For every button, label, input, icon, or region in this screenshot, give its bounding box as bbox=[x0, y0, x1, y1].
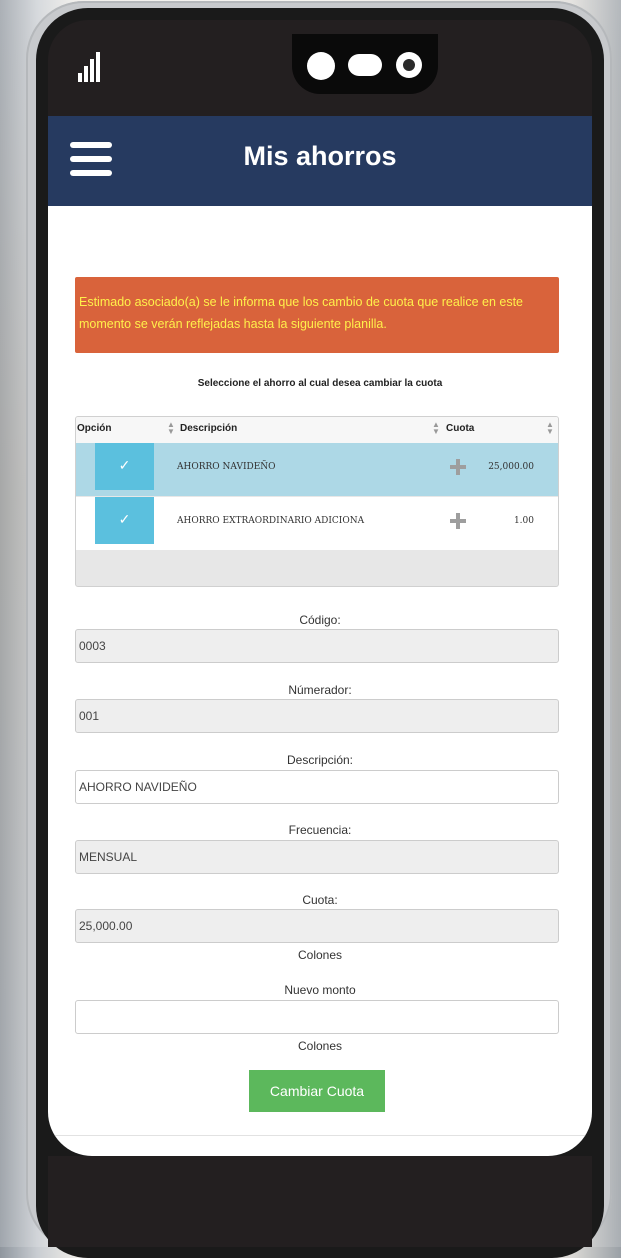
cuota-label: Cuota: bbox=[302, 893, 338, 907]
page-title: Mis ahorros bbox=[243, 141, 397, 171]
descripcion-label: Descripción: bbox=[286, 753, 354, 767]
numerador-label: Númerador: bbox=[288, 683, 352, 697]
column-header-cuota[interactable]: Cuota bbox=[446, 423, 474, 434]
sort-icon[interactable]: ▲ ▼ bbox=[546, 421, 554, 436]
status-bar bbox=[48, 20, 592, 116]
row-cuota: 25,000.00 bbox=[488, 462, 534, 472]
app-header: Mis ahorros bbox=[48, 116, 592, 206]
speaker-icon bbox=[348, 54, 382, 76]
numerador-field[interactable] bbox=[75, 699, 559, 733]
row-cuota: 1.00 bbox=[513, 516, 534, 526]
plus-icon[interactable] bbox=[450, 459, 466, 475]
phone-bottom-bezel bbox=[48, 1156, 592, 1247]
row-description: AHORRO NAVIDEÑO bbox=[177, 462, 276, 472]
cuota-field[interactable] bbox=[75, 909, 559, 943]
cuota-unit-label: Colones bbox=[297, 948, 343, 962]
camera-lens-icon bbox=[307, 52, 335, 80]
info-alert: Estimado asociado(a) se le informa que l… bbox=[75, 277, 559, 353]
select-check-button[interactable]: ✓ bbox=[95, 497, 154, 544]
table-header: Opción ▲ ▼ Descripción ▲ ▼ Cuota ▲ ▼ bbox=[76, 417, 558, 444]
camera-notch bbox=[292, 34, 438, 94]
select-check-button[interactable]: ✓ bbox=[95, 443, 154, 490]
camera-lens-icon bbox=[396, 52, 422, 78]
column-header-descripcion[interactable]: Descripción bbox=[180, 423, 237, 434]
app-screen: Mis ahorros Estimado asociado(a) se le i… bbox=[48, 116, 592, 1156]
table-row[interactable]: ✓ AHORRO EXTRAORDINARIO ADICIONA 1.00 bbox=[76, 497, 558, 550]
sort-icon[interactable]: ▲ ▼ bbox=[432, 421, 440, 436]
nuevo-monto-field[interactable] bbox=[75, 1000, 559, 1034]
divider bbox=[48, 1135, 592, 1136]
codigo-field[interactable] bbox=[75, 629, 559, 663]
plus-icon[interactable] bbox=[450, 513, 466, 529]
codigo-label: Código: bbox=[299, 613, 341, 627]
nuevo-monto-unit-label: Colones bbox=[297, 1039, 343, 1053]
frecuencia-field[interactable] bbox=[75, 840, 559, 874]
signal-bars-icon bbox=[78, 52, 104, 82]
nuevo-monto-label: Nuevo monto bbox=[284, 983, 356, 997]
column-header-opcion[interactable]: Opción bbox=[77, 423, 111, 434]
savings-table: Opción ▲ ▼ Descripción ▲ ▼ Cuota ▲ ▼ ✓ AHOR… bbox=[75, 416, 559, 587]
frecuencia-label: Frecuencia: bbox=[288, 823, 352, 837]
select-instruction: Seleccione el ahorro al cual desea cambi… bbox=[197, 378, 443, 389]
cambiar-cuota-button[interactable]: Cambiar Cuota bbox=[249, 1070, 385, 1112]
table-row[interactable]: ✓ AHORRO NAVIDEÑO 25,000.00 bbox=[76, 443, 558, 496]
row-description: AHORRO EXTRAORDINARIO ADICIONA bbox=[177, 516, 365, 526]
descripcion-field[interactable] bbox=[75, 770, 559, 804]
sort-icon[interactable]: ▲ ▼ bbox=[167, 421, 175, 436]
